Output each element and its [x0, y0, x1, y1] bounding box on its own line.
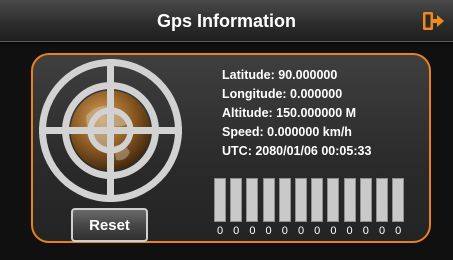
- satellite-bar: [311, 178, 324, 222]
- satellite-label: 0: [281, 225, 288, 237]
- satellite-bar: [392, 178, 405, 222]
- satellite-label: 0: [297, 225, 305, 237]
- longitude-text: Longitude: 0.000000: [222, 87, 343, 101]
- speed-text: Speed: 0.000000 km/h: [222, 125, 352, 139]
- satellite-label: 0: [314, 225, 321, 237]
- satellite-bar: [214, 178, 226, 222]
- satellite-bar: [278, 178, 291, 222]
- gps-target-icon: [36, 56, 185, 205]
- satellite-bar: [376, 178, 388, 222]
- satellite-label: 0: [265, 225, 272, 237]
- satellite-bar: [327, 178, 340, 222]
- satellite-label: 0: [249, 225, 256, 237]
- gps-info-text: Latitude: 90.000000 Longitude: 0.000000 …: [222, 66, 371, 161]
- satellite-bar: [230, 178, 243, 222]
- satellite-bar: [359, 178, 372, 222]
- utc-text: UTC: 2080/01/06 00:05:33: [222, 144, 372, 158]
- satellite-label: 0: [233, 225, 240, 237]
- satellite-bar: [343, 178, 356, 222]
- title-bar: Gps Information: [0, 0, 453, 42]
- altitude-text: Altitude: 150.000000 M: [222, 106, 357, 120]
- satellite-bar: [246, 178, 259, 222]
- satellite-bar: [262, 178, 275, 222]
- satellite-label: 0: [216, 225, 224, 237]
- satellite-label: 0: [362, 225, 369, 237]
- reset-button[interactable]: Reset: [71, 208, 148, 242]
- page-title: Gps Information: [157, 11, 296, 31]
- satellite-bar: [295, 178, 307, 222]
- satellite-label: 0: [330, 225, 337, 237]
- exit-icon[interactable]: [421, 9, 445, 33]
- latitude-text: Latitude: 90.000000: [222, 68, 338, 82]
- satellite-label: 0: [395, 225, 402, 237]
- satellite-label: 0: [378, 225, 386, 237]
- satellite-label: 0: [346, 225, 353, 237]
